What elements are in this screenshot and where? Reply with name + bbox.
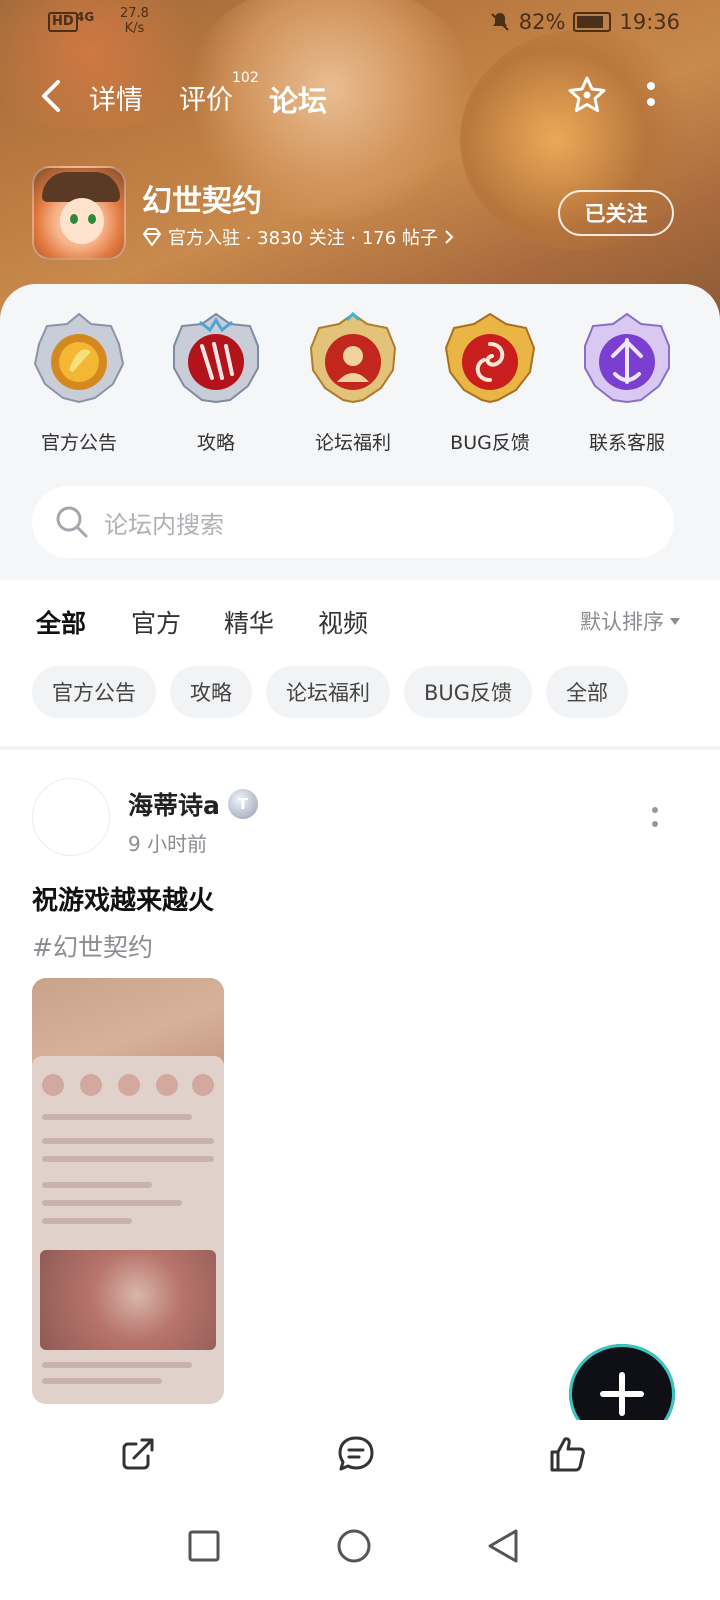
filter-tab-video[interactable]: 视频: [318, 604, 368, 640]
like-icon[interactable]: [548, 1434, 588, 1474]
share-icon[interactable]: [118, 1434, 158, 1474]
recent-apps-icon[interactable]: [184, 1526, 224, 1566]
post-actions-bar: [0, 1420, 720, 1492]
sort-label: 默认排序: [580, 610, 664, 634]
home-icon[interactable]: [334, 1526, 374, 1566]
post-time: 9 小时前: [128, 832, 208, 856]
category-label: 论坛福利: [314, 432, 391, 454]
category-label: 攻略: [196, 432, 235, 454]
announcement-emblem-icon: [33, 312, 125, 404]
post-image[interactable]: [32, 978, 224, 1404]
category-customer-service[interactable]: 联系客服: [567, 312, 687, 455]
more-icon[interactable]: [644, 80, 658, 110]
speed-unit: K/s: [124, 21, 145, 36]
benefits-emblem-icon: [309, 311, 397, 404]
back-icon[interactable]: [38, 78, 66, 114]
chevron-right-icon: [445, 230, 454, 244]
category-bug-report[interactable]: BUG反馈: [430, 312, 550, 455]
post-author[interactable]: 海蒂诗a T: [128, 786, 258, 822]
filter-tab-official[interactable]: 官方: [131, 604, 181, 640]
category-label: 联系客服: [588, 432, 665, 454]
network-indicator: 4G: [76, 10, 95, 24]
mute-bell-icon: [491, 13, 509, 31]
header-banner: [0, 0, 720, 320]
game-title: 幻世契约: [142, 184, 262, 219]
filter-tab-all[interactable]: 全部: [36, 604, 86, 640]
divider: [0, 746, 720, 750]
back-nav-icon[interactable]: [484, 1526, 524, 1566]
category-label: BUG反馈: [450, 432, 530, 454]
forum-search-bar[interactable]: 论坛内搜索: [32, 486, 674, 558]
network-speed: 27.8 K/s: [120, 6, 149, 36]
game-icon[interactable]: [32, 166, 126, 260]
post-tag[interactable]: #幻世契约: [32, 928, 153, 964]
plus-icon: [600, 1372, 644, 1416]
speed-value: 27.8: [120, 6, 149, 21]
sort-dropdown[interactable]: 默认排序: [580, 606, 680, 636]
search-input[interactable]: 论坛内搜索: [104, 505, 224, 540]
game-meta-text: 官方入驻 · 3830 关注 · 176 帖子: [168, 228, 438, 249]
filter-tab-featured[interactable]: 精华: [224, 604, 274, 640]
clock: 19:36: [619, 10, 680, 34]
category-forum-benefits[interactable]: 论坛福利: [293, 311, 413, 455]
level-badge-icon: T: [227, 789, 258, 819]
game-meta[interactable]: 官方入驻 · 3830 关注 · 176 帖子: [142, 224, 454, 250]
chip-guides[interactable]: 攻略: [170, 666, 252, 718]
bug-report-emblem-icon: [444, 312, 536, 404]
battery-percent: 82%: [518, 10, 566, 34]
diamond-icon: [143, 228, 161, 246]
caret-down-icon: [670, 617, 680, 625]
chip-bug-report[interactable]: BUG反馈: [404, 666, 533, 718]
avatar[interactable]: [32, 778, 110, 856]
subcategory-chips: 官方公告 攻略 论坛福利 BUG反馈 全部: [32, 666, 629, 718]
tab-reviews[interactable]: 评价: [179, 78, 233, 117]
guides-emblem-icon: [173, 312, 259, 404]
star-icon[interactable]: [566, 74, 608, 116]
search-icon: [56, 506, 88, 538]
post-more-icon[interactable]: [651, 806, 659, 830]
category-guides[interactable]: 攻略: [156, 312, 276, 455]
tab-details[interactable]: 详情: [89, 78, 143, 117]
category-row: 官方公告 攻略 论坛福利 BUG反馈 联系客服: [0, 311, 720, 462]
chip-all[interactable]: 全部: [546, 666, 629, 718]
follow-button[interactable]: 已关注: [558, 190, 674, 236]
status-right: 82% 19:36: [489, 10, 680, 34]
customer-service-emblem-icon: [584, 312, 670, 404]
category-official-announcement[interactable]: 官方公告: [19, 312, 139, 455]
tab-forum[interactable]: 论坛: [269, 78, 328, 124]
battery-icon: [573, 12, 612, 32]
author-name: 海蒂诗a: [128, 791, 220, 820]
reviews-count-badge: 102: [232, 70, 259, 86]
chip-official-announcement[interactable]: 官方公告: [32, 666, 156, 718]
hd-indicator: HD: [48, 12, 78, 32]
post-title[interactable]: 祝游戏越来越火: [32, 880, 214, 917]
comment-icon[interactable]: [336, 1434, 376, 1474]
system-nav-bar: [0, 1500, 720, 1600]
chip-forum-benefits[interactable]: 论坛福利: [266, 666, 390, 718]
top-nav: 详情 评价 102 论坛: [0, 70, 720, 124]
category-label: 官方公告: [40, 432, 117, 454]
status-bar: HD 4G 27.8 K/s 82% 19:36: [0, 0, 720, 48]
